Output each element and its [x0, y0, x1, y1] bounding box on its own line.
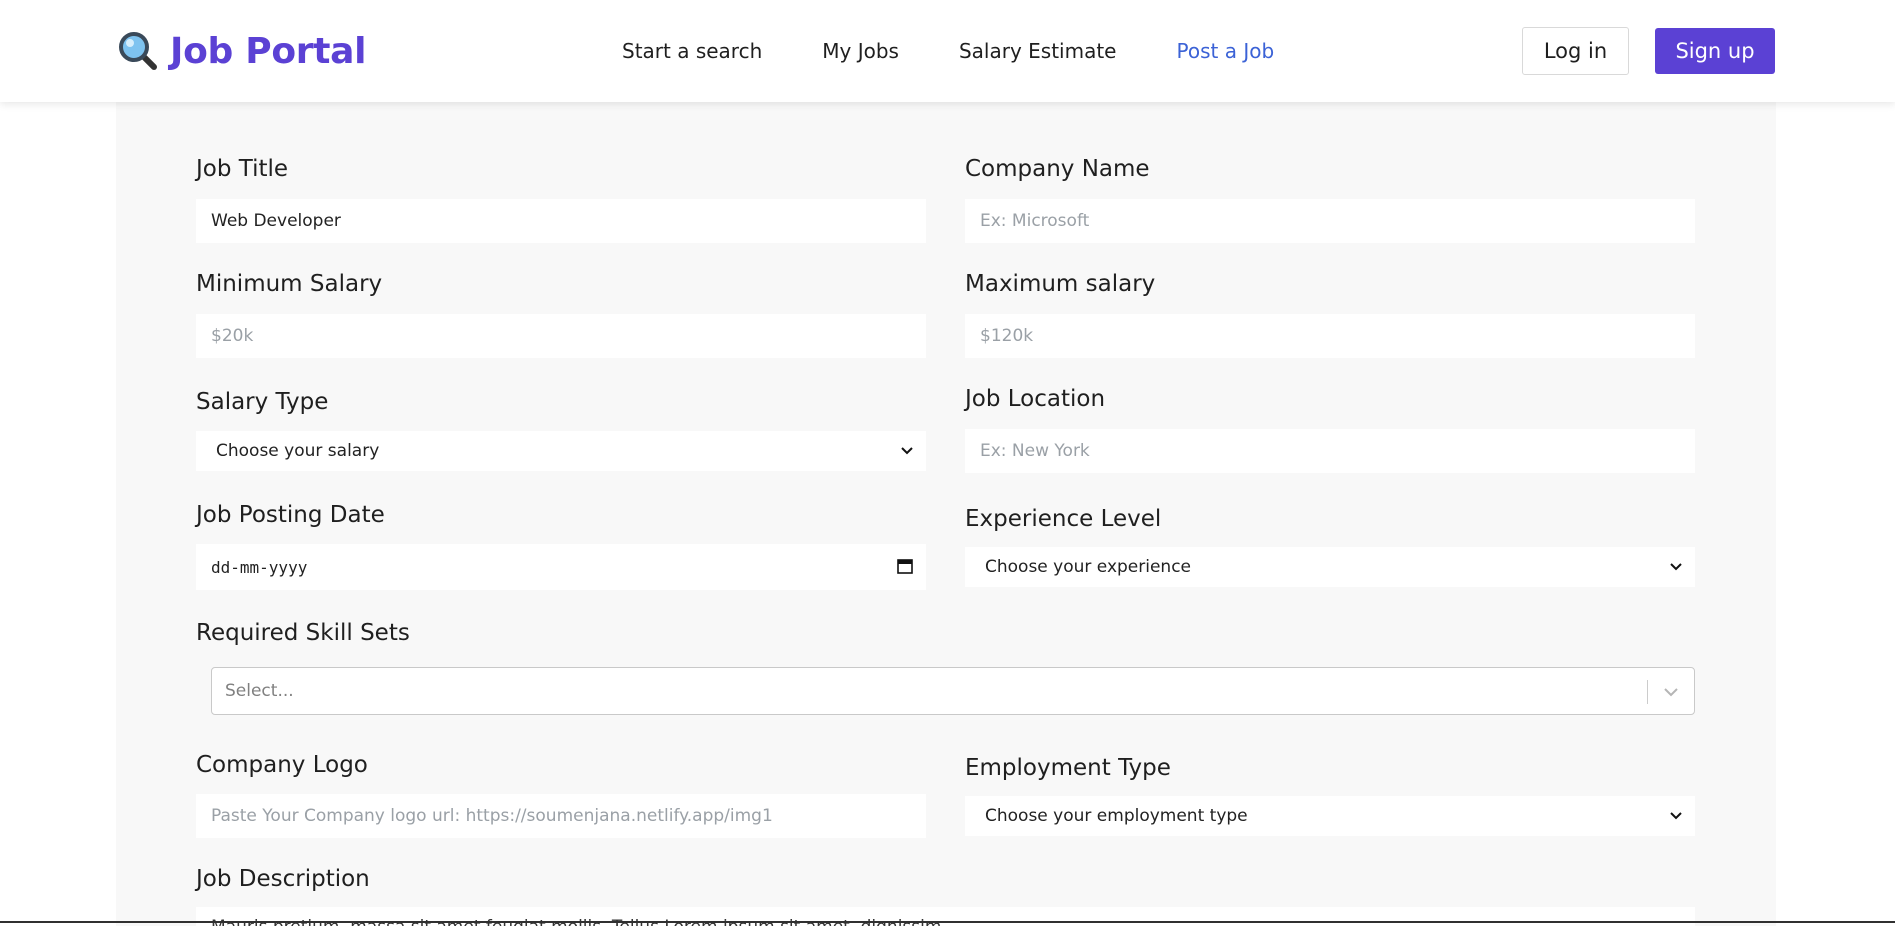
dropdown-separator — [1647, 680, 1648, 704]
skills-placeholder: Select... — [225, 681, 294, 701]
skills-multiselect[interactable]: Select... — [211, 667, 1695, 715]
chevron-down-icon — [901, 447, 913, 455]
magnifier-icon — [118, 31, 158, 71]
experience-level-value: Choose your experience — [985, 557, 1192, 577]
job-title-input[interactable]: Web Developer — [196, 199, 926, 243]
employment-type-select[interactable]: Choose your employment type — [965, 796, 1695, 836]
skills-label: Required Skill Sets — [196, 620, 410, 646]
job-title-label: Job Title — [196, 156, 289, 182]
posting-date-placeholder: dd-mm-yyyy — [211, 557, 308, 577]
window-bottom-edge — [0, 921, 1895, 923]
employment-type-label: Employment Type — [965, 755, 1171, 781]
experience-level-select[interactable]: Choose your experience — [965, 547, 1695, 587]
calendar-icon[interactable] — [896, 557, 914, 575]
job-description-textarea[interactable]: Mauris pretium, massa sit amet feugiat m… — [196, 907, 1695, 926]
logo[interactable]: Job Portal — [118, 26, 366, 76]
company-logo-input[interactable]: Paste Your Company logo url: https://sou… — [196, 794, 926, 838]
job-description-label: Job Description — [196, 866, 370, 892]
employment-type-value: Choose your employment type — [985, 806, 1248, 826]
company-logo-label: Company Logo — [196, 752, 368, 778]
posting-date-input[interactable]: dd-mm-yyyy — [196, 544, 926, 590]
salary-type-value: Choose your salary — [216, 441, 380, 461]
nav-my-jobs[interactable]: My Jobs — [822, 39, 899, 63]
nav-salary-estimate[interactable]: Salary Estimate — [959, 39, 1117, 63]
logo-text: Job Portal — [170, 30, 367, 72]
job-location-label: Job Location — [965, 386, 1106, 412]
signup-button[interactable]: Sign up — [1655, 28, 1775, 74]
chevron-down-icon — [1670, 812, 1682, 820]
login-button[interactable]: Log in — [1522, 27, 1629, 75]
max-salary-label: Maximum salary — [965, 271, 1156, 297]
top-header: Job Portal Start a search My Jobs Salary… — [0, 0, 1895, 102]
chevron-down-icon[interactable] — [1662, 683, 1680, 701]
nav-post-a-job[interactable]: Post a Job — [1177, 39, 1275, 63]
salary-type-select[interactable]: Choose your salary — [196, 431, 926, 471]
max-salary-input[interactable]: $120k — [965, 314, 1695, 358]
min-salary-label: Minimum Salary — [196, 271, 383, 297]
salary-type-label: Salary Type — [196, 389, 329, 415]
main-nav: Start a search My Jobs Salary Estimate P… — [622, 36, 1334, 66]
job-location-input[interactable]: Ex: New York — [965, 429, 1695, 473]
company-name-label: Company Name — [965, 156, 1150, 182]
experience-level-label: Experience Level — [965, 506, 1162, 532]
chevron-down-icon — [1670, 563, 1682, 571]
min-salary-input[interactable]: $20k — [196, 314, 926, 358]
posting-date-label: Job Posting Date — [196, 502, 385, 528]
nav-start-search[interactable]: Start a search — [622, 39, 762, 63]
company-name-input[interactable]: Ex: Microsoft — [965, 199, 1695, 243]
